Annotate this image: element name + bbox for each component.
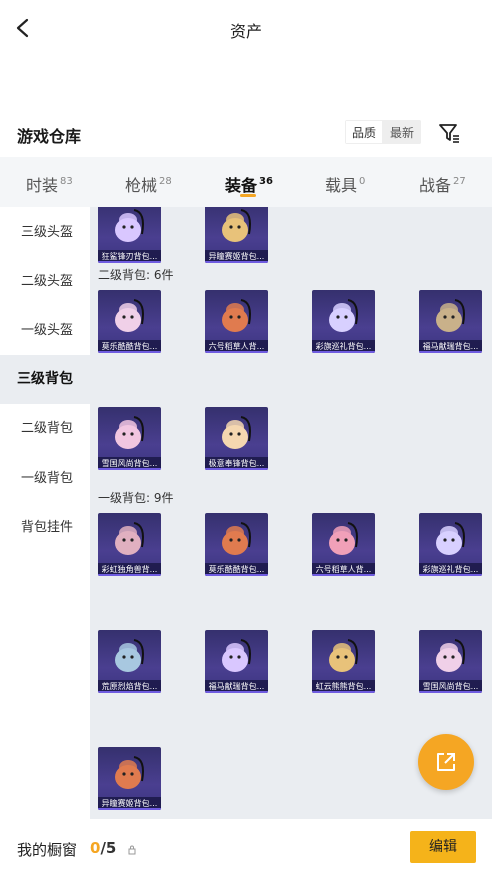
backpack-item-card[interactable]: 异瞳赛姬背包...	[205, 207, 268, 263]
item-name: 六号稻草人背...	[205, 340, 268, 353]
backpack-icon	[115, 639, 144, 672]
backpack-icon	[115, 209, 144, 242]
tab-label: 战备	[419, 176, 452, 195]
item-name: 狂鲨锋刃背包...	[98, 250, 161, 263]
tab-label: 枪械	[125, 176, 158, 195]
sort-newest-option[interactable]: 最新	[383, 120, 422, 144]
showcase-count: 0/5	[90, 839, 116, 857]
sort-quality-option[interactable]: 品质	[345, 120, 384, 144]
backpack-item-card[interactable]: 彩旗巡礼背包...	[312, 290, 375, 353]
sidebar-item-backpack-1[interactable]: 一级背包	[0, 454, 90, 503]
sidebar-item-helmet-2[interactable]: 二级头盔	[0, 257, 90, 306]
external-link-icon	[437, 753, 455, 771]
backpack-icon	[222, 522, 251, 555]
showcase-current: 0	[90, 839, 101, 857]
item-name: 极意奉锋背包...	[205, 457, 268, 470]
backpack-item-card[interactable]: 六号稻草人背...	[312, 513, 375, 576]
backpack-item-card[interactable]: 彩旗巡礼背包...	[419, 513, 482, 576]
bottom-bar: 我的橱窗 0/5 编辑	[0, 819, 492, 876]
item-name: 彩旗巡礼背包...	[419, 563, 482, 576]
category-tabs: 时装 83 枪械 28 装备 36 载具 0 战备 27	[0, 157, 492, 207]
tab-count: 28	[159, 176, 172, 187]
tab-label: 载具	[325, 176, 358, 195]
backpack-icon	[115, 416, 144, 449]
page-title: 资产	[229, 22, 262, 41]
backpack-icon	[222, 639, 251, 672]
backpack-icon	[436, 639, 465, 672]
item-name: 福马献瑞背包...	[205, 680, 268, 693]
sidebar-item-helmet-3[interactable]: 三级头盔	[0, 208, 90, 257]
sidebar-item-backpack-charm[interactable]: 背包挂件	[0, 503, 90, 552]
backpack-icon	[115, 756, 144, 789]
warehouse-header: 游戏仓库 品质 最新	[0, 118, 492, 148]
sidebar-item-helmet-1[interactable]: 一级头盔	[0, 306, 90, 355]
tab-vehicles[interactable]: 载具 0	[325, 157, 365, 207]
share-button[interactable]	[418, 734, 474, 790]
tab-label: 装备	[225, 176, 258, 195]
tab-label: 时装	[26, 176, 59, 195]
item-name: 莫乐酷酷背包...	[98, 340, 161, 353]
item-name: 虹云熊熊背包...	[312, 680, 375, 693]
item-grid: 二级背包: 6件 一级背包: 9件 狂鲨锋刃背包... 异瞳赛姬背包... 莫乐酷酷…	[90, 207, 492, 819]
tab-count: 0	[359, 176, 366, 187]
item-name: 异瞳赛姬背包...	[205, 250, 268, 263]
backpack-item-card[interactable]: 福马献瑞背包...	[205, 630, 268, 693]
sidebar-item-backpack-2[interactable]: 二级背包	[0, 404, 90, 453]
showcase-label: 我的橱窗	[17, 841, 78, 859]
tab-count: 83	[60, 176, 73, 187]
backpack-icon	[222, 209, 251, 242]
backpack-item-card[interactable]: 异瞳赛姬背包...	[98, 747, 161, 810]
backpack-icon	[329, 522, 358, 555]
tab-equipment[interactable]: 装备 36	[225, 157, 273, 207]
item-name: 莫乐酷酷背包...	[205, 563, 268, 576]
group-label: 二级背包: 6件	[98, 268, 174, 282]
lock-icon	[126, 841, 138, 855]
warehouse-title: 游戏仓库	[17, 127, 82, 146]
backpack-item-card[interactable]: 六号稻草人背...	[205, 290, 268, 353]
item-name: 异瞳赛姬背包...	[98, 797, 161, 810]
backpack-icon	[436, 299, 465, 332]
edit-button[interactable]: 编辑	[410, 831, 476, 863]
backpack-item-card[interactable]: 雪国风尚背包...	[98, 407, 161, 470]
backpack-item-card[interactable]: 雪国风尚背包...	[419, 630, 482, 693]
active-tab-indicator	[240, 194, 256, 197]
top-bar: 资产	[0, 0, 492, 58]
backpack-icon	[115, 522, 144, 555]
tab-count: 36	[259, 176, 273, 187]
tab-firearms[interactable]: 枪械 28	[125, 157, 172, 207]
sort-toggle: 品质 最新	[345, 120, 422, 144]
item-name: 彩旗巡礼背包...	[312, 340, 375, 353]
backpack-item-card[interactable]: 莫乐酷酷背包...	[98, 290, 161, 353]
filter-icon[interactable]	[436, 120, 462, 146]
group-label: 一级背包: 9件	[98, 491, 174, 505]
item-name: 荒原烈焰背包...	[98, 680, 161, 693]
tab-supplies[interactable]: 战备 27	[419, 157, 466, 207]
backpack-item-card[interactable]: 莫乐酷酷背包...	[205, 513, 268, 576]
backpack-icon	[222, 416, 251, 449]
backpack-item-card[interactable]: 福马献瑞背包...	[419, 290, 482, 353]
backpack-icon	[329, 639, 358, 672]
backpack-icon	[115, 299, 144, 332]
backpack-icon	[329, 299, 358, 332]
backpack-icon	[222, 299, 251, 332]
tab-count: 27	[453, 176, 466, 187]
item-name: 雪国风尚背包...	[98, 457, 161, 470]
backpack-item-card[interactable]: 极意奉锋背包...	[205, 407, 268, 470]
item-name: 彩虹独角兽背...	[98, 563, 161, 576]
backpack-item-card[interactable]: 荒原烈焰背包...	[98, 630, 161, 693]
item-name: 雪国风尚背包...	[419, 680, 482, 693]
item-name: 福马献瑞背包...	[419, 340, 482, 353]
backpack-item-card[interactable]: 狂鲨锋刃背包...	[98, 207, 161, 263]
backpack-item-card[interactable]: 彩虹独角兽背...	[98, 513, 161, 576]
sidebar: 三级头盔 二级头盔 一级头盔 三级背包 二级背包 一级背包 背包挂件	[0, 207, 90, 819]
item-name: 六号稻草人背...	[312, 563, 375, 576]
tab-fashion[interactable]: 时装 83	[26, 157, 73, 207]
backpack-icon	[436, 522, 465, 555]
backpack-item-card[interactable]: 虹云熊熊背包...	[312, 630, 375, 693]
showcase-total: /5	[100, 839, 117, 857]
sidebar-item-backpack-3[interactable]: 三级背包	[0, 355, 90, 404]
